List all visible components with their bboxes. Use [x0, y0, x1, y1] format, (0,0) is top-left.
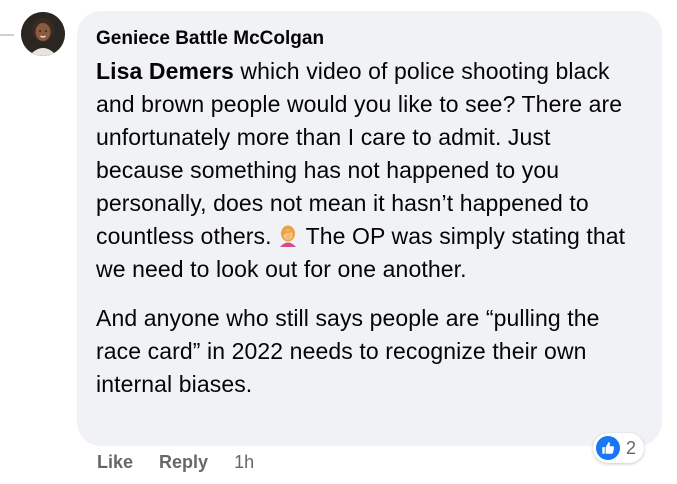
reactions-summary[interactable]: 2	[593, 433, 645, 463]
avatar[interactable]	[21, 12, 65, 56]
reply-button[interactable]: Reply	[159, 452, 208, 473]
thread-connector	[0, 34, 14, 36]
person-facepalming-icon	[276, 224, 300, 248]
comment-author[interactable]: Geniece Battle McColgan	[96, 27, 644, 51]
comment-paragraph-1: Lisa Demers which video of police shooti…	[96, 55, 644, 286]
mention-link[interactable]: Lisa Demers	[96, 58, 234, 84]
like-button[interactable]: Like	[97, 452, 133, 473]
comment-text-1: which video of police shooting black and…	[96, 58, 623, 249]
reaction-count: 2	[626, 437, 637, 458]
comment-container: Geniece Battle McColgan Lisa Demers whic…	[0, 0, 677, 484]
timestamp[interactable]: 1h	[234, 452, 254, 473]
comment-actions: Like Reply 1h	[97, 452, 254, 473]
like-icon	[596, 436, 620, 460]
comment-paragraph-2: And anyone who still says people are “pu…	[96, 305, 600, 397]
comment-bubble: Geniece Battle McColgan Lisa Demers whic…	[77, 11, 662, 446]
